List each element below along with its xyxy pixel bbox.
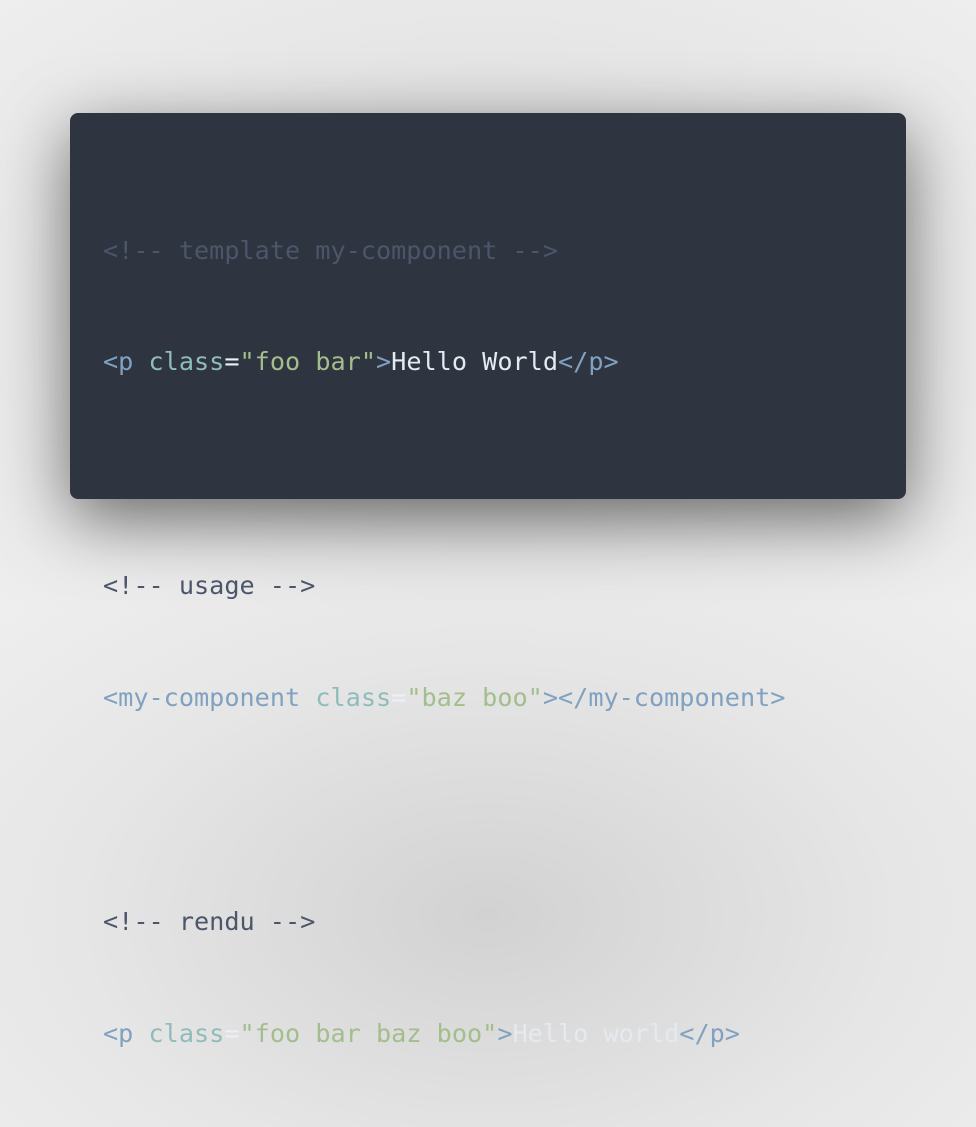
attribute-name: class — [315, 683, 392, 713]
open-bracket: < — [103, 1018, 119, 1048]
comment-template: <!-- template my-component --> — [103, 235, 558, 265]
comment-usage: <!-- usage --> — [103, 571, 316, 601]
attribute-value: "foo bar" — [239, 347, 376, 377]
end-tag: </p> — [557, 347, 619, 377]
close-bracket: > — [542, 683, 558, 713]
attribute-name: class — [148, 1018, 225, 1048]
equals-sign: = — [224, 347, 240, 377]
code-line-6-blank — [103, 791, 785, 828]
tag-name: my-component — [118, 683, 301, 713]
code-block: <!-- template my-component --> <p class=… — [103, 157, 785, 1127]
code-line-3-blank — [103, 455, 785, 492]
attribute-value: "baz boo" — [406, 683, 543, 713]
code-line-2: <p class="foo bar">Hello World</p> — [103, 343, 785, 380]
attribute-name: class — [148, 347, 225, 377]
open-bracket: < — [103, 683, 119, 713]
code-line-8: <p class="foo bar baz boo">Hello world</… — [103, 1015, 785, 1052]
tag-name: p — [118, 347, 134, 377]
equals-sign: = — [224, 1018, 240, 1048]
code-line-5: <my-component class="baz boo"></my-compo… — [103, 679, 785, 716]
end-tag: </my-component> — [557, 683, 786, 713]
equals-sign: = — [391, 683, 407, 713]
comment-rendu: <!-- rendu --> — [103, 906, 316, 936]
close-bracket: > — [497, 1018, 513, 1048]
close-bracket: > — [376, 347, 392, 377]
text-content: Hello World — [391, 347, 558, 377]
code-line-1: <!-- template my-component --> — [103, 232, 785, 269]
code-snippet-window: <!-- template my-component --> <p class=… — [70, 113, 906, 1048]
code-line-7: <!-- rendu --> — [103, 903, 785, 940]
code-line-4: <!-- usage --> — [103, 567, 785, 604]
open-bracket: < — [103, 347, 119, 377]
text-content: Hello world — [512, 1018, 680, 1048]
attribute-value: "foo bar baz boo" — [239, 1018, 498, 1048]
tag-name: p — [118, 1018, 134, 1048]
end-tag: </p> — [679, 1018, 740, 1048]
